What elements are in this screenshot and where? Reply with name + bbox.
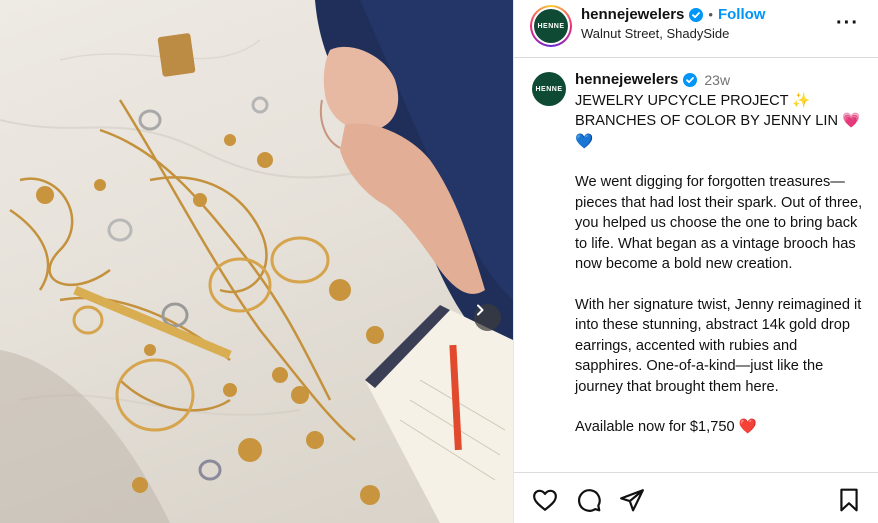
verified-icon [689, 7, 704, 22]
caption-headline: JEWELRY UPCYCLE PROJECT ✨ BRANCHES OF CO… [575, 92, 861, 150]
caption-avatar[interactable]: HENNE [532, 72, 566, 106]
story-ring[interactable]: HENNE [530, 5, 572, 47]
share-icon[interactable] [619, 487, 645, 513]
comment-icon[interactable] [576, 487, 602, 513]
post-sidebar: HENNE hennejewelers • Follow Walnut Stre… [513, 0, 878, 523]
post-header: HENNE hennejewelers • Follow Walnut Stre… [514, 0, 878, 58]
caption: hennejewelers 23w JEWELRY UPCYCLE PROJEC… [575, 70, 867, 458]
next-image-button[interactable] [474, 304, 501, 331]
caption-price: Available now for $1,750 ❤️ [575, 419, 757, 435]
action-bar [514, 472, 878, 523]
save-icon[interactable] [836, 487, 862, 513]
follow-button[interactable]: Follow [718, 6, 766, 23]
like-icon[interactable] [532, 487, 558, 513]
username[interactable]: hennejewelers [581, 6, 684, 23]
location-link[interactable]: Walnut Street, ShadySide [581, 26, 729, 41]
separator-dot: • [708, 7, 713, 22]
verified-icon [683, 73, 698, 88]
caption-paragraph: With her signature twist, Jenny reimagin… [575, 296, 862, 395]
post-time[interactable]: 23w [704, 70, 730, 91]
post-photo[interactable] [0, 0, 513, 523]
more-options-icon[interactable]: ··· [836, 12, 859, 35]
avatar: HENNE [534, 9, 568, 43]
caption-paragraph: We went digging for forgotten treasures—… [575, 174, 863, 272]
jewelry-photo-illustration [0, 0, 513, 523]
caption-username[interactable]: hennejewelers [575, 70, 678, 91]
instagram-post: HENNE hennejewelers • Follow Walnut Stre… [0, 0, 878, 523]
chevron-right-icon [477, 304, 484, 316]
